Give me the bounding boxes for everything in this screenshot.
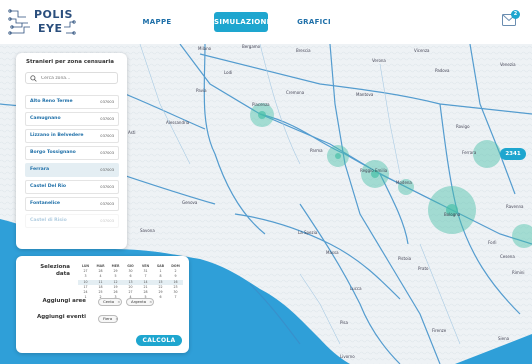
city-label: Pisa: [340, 320, 349, 325]
city-label: Lodi: [224, 70, 232, 75]
city-label: Vicenza: [414, 48, 430, 53]
city-label: Genova: [182, 200, 198, 205]
calendar-day[interactable]: 6: [153, 295, 168, 300]
polis-eye-logo[interactable]: POLIS EYE: [8, 7, 78, 37]
city-label: Cremona: [286, 90, 305, 95]
cluster-count-badge[interactable]: 2341: [500, 148, 526, 160]
nav-grafici[interactable]: GRAFICI: [296, 12, 332, 32]
add-areas-label: Aggiungi aree: [42, 298, 86, 304]
zone-item-name: Camugnano: [30, 116, 61, 121]
zone-panel-title: Stranieri per zona censuaria: [26, 59, 114, 65]
zone-panel: Stranieri per zona censuaria Alto Reno T…: [16, 53, 127, 249]
city-label: Asti: [128, 130, 136, 135]
city-label: Ferrara: [462, 150, 477, 155]
city-label: Rovigo: [456, 124, 470, 129]
city-label: Firenze: [432, 328, 447, 333]
zone-item-code: 037003: [100, 134, 114, 138]
chip-label: Cento: [103, 299, 115, 304]
zone-item-code: 037003: [100, 219, 114, 223]
city-label: Savona: [140, 228, 155, 233]
city-label: Pistoia: [398, 256, 412, 261]
city-label: Bologna: [444, 212, 461, 217]
area-chip-argenta[interactable]: Argenta ×: [126, 298, 154, 306]
calendar-day[interactable]: 7: [168, 295, 183, 300]
city-label: Venezia: [500, 62, 516, 67]
zone-item-fontanelice[interactable]: Fontanelice 037003: [25, 197, 119, 211]
zone-item-code: 037003: [100, 151, 114, 155]
city-label: Massa: [326, 250, 339, 255]
zone-item-name: Lizzano in Belvedere: [30, 133, 84, 138]
zone-item-ferrara[interactable]: Ferrara 037003: [25, 163, 119, 177]
nav-simulazioni[interactable]: SIMULAZIONI: [214, 12, 269, 32]
search-icon: [30, 75, 37, 82]
calcola-button[interactable]: CALCOLA: [136, 335, 182, 346]
city-label: Bergamo: [242, 44, 261, 49]
zone-item-code: 037003: [100, 100, 114, 104]
zone-list: Alto Reno Terme 037003 Camugnano 037003 …: [25, 95, 119, 231]
city-label: Milano: [198, 46, 212, 51]
city-label: Prato: [418, 266, 429, 271]
city-label: Ravenna: [506, 204, 524, 209]
city-label: Forlì: [488, 240, 496, 245]
zone-item-camugnano[interactable]: Camugnano 037003: [25, 112, 119, 126]
zone-search-box[interactable]: [25, 72, 118, 84]
event-chip-fiera[interactable]: Fiera ×: [98, 315, 118, 323]
area-chip-cento[interactable]: Cento ×: [98, 298, 122, 306]
chip-label: Fiera: [103, 316, 113, 321]
add-events-label: Aggiungi eventi: [36, 314, 86, 320]
city-label: Verona: [372, 58, 386, 63]
nav-mappe[interactable]: MAPPE: [139, 12, 175, 32]
chip-label: Argenta: [131, 299, 147, 304]
zone-item-borgo-tossignano[interactable]: Borgo Tossignano 037003: [25, 146, 119, 160]
zone-item-name: Castel di Risio: [30, 218, 67, 223]
app-header: POLIS EYE MAPPE SIMULAZIONI GRAFICI 2: [0, 0, 532, 44]
city-label: Brescia: [296, 48, 311, 53]
zone-search-input[interactable]: [41, 74, 115, 82]
chip-remove-icon[interactable]: ×: [117, 299, 120, 304]
zone-item-code: 037003: [100, 117, 114, 121]
zone-item-name: Fontanelice: [30, 201, 61, 206]
messages-count-badge: 2: [511, 10, 520, 19]
zone-item-name: Castel Del Rio: [30, 184, 67, 189]
chip-remove-icon[interactable]: ×: [115, 316, 118, 321]
city-label: La Spezia: [298, 230, 318, 235]
city-label: Piacenza: [252, 102, 270, 107]
zone-item-name: Ferrara: [30, 167, 50, 172]
city-label: Reggio Emilia: [360, 168, 388, 173]
city-label: Rimini: [512, 270, 525, 275]
zone-item-name: Borgo Tossignano: [30, 150, 76, 155]
city-label: Siena: [498, 336, 510, 341]
city-label: Mantova: [356, 92, 374, 97]
city-label: Lucca: [350, 286, 362, 291]
city-label: Pavia: [196, 88, 207, 93]
logo-text-eye: EYE: [38, 22, 63, 35]
zone-item-code: 037003: [100, 202, 114, 206]
zone-item-code: 037003: [100, 185, 114, 189]
city-label: Cesena: [500, 254, 515, 259]
zone-item-castel-di-risio[interactable]: Castel di Risio 037003: [25, 214, 119, 228]
simulation-panel: Seleziona data LUN MAR MER GIO VEN SAB D…: [16, 256, 189, 353]
select-date-label: Seleziona data: [40, 264, 70, 277]
zone-item-code: 037003: [100, 168, 114, 172]
calendar[interactable]: LUN MAR MER GIO VEN SAB DOM 27 28 29 30 …: [78, 264, 183, 300]
city-label: Livorno: [340, 354, 355, 359]
city-label: Modena: [396, 180, 412, 185]
zone-item-alto-reno-terme[interactable]: Alto Reno Terme 037003: [25, 95, 119, 109]
zone-item-name: Alto Reno Terme: [30, 99, 73, 104]
city-label: Alessandria: [166, 120, 190, 125]
logo-text-polis: POLIS: [34, 8, 73, 21]
zone-item-castel-del-rio[interactable]: Castel Del Rio 037003: [25, 180, 119, 194]
chip-remove-icon[interactable]: ×: [149, 299, 152, 304]
city-label: Padova: [435, 68, 450, 73]
city-label: Parma: [310, 148, 323, 153]
zone-item-lizzano-in-belvedere[interactable]: Lizzano in Belvedere 037003: [25, 129, 119, 143]
